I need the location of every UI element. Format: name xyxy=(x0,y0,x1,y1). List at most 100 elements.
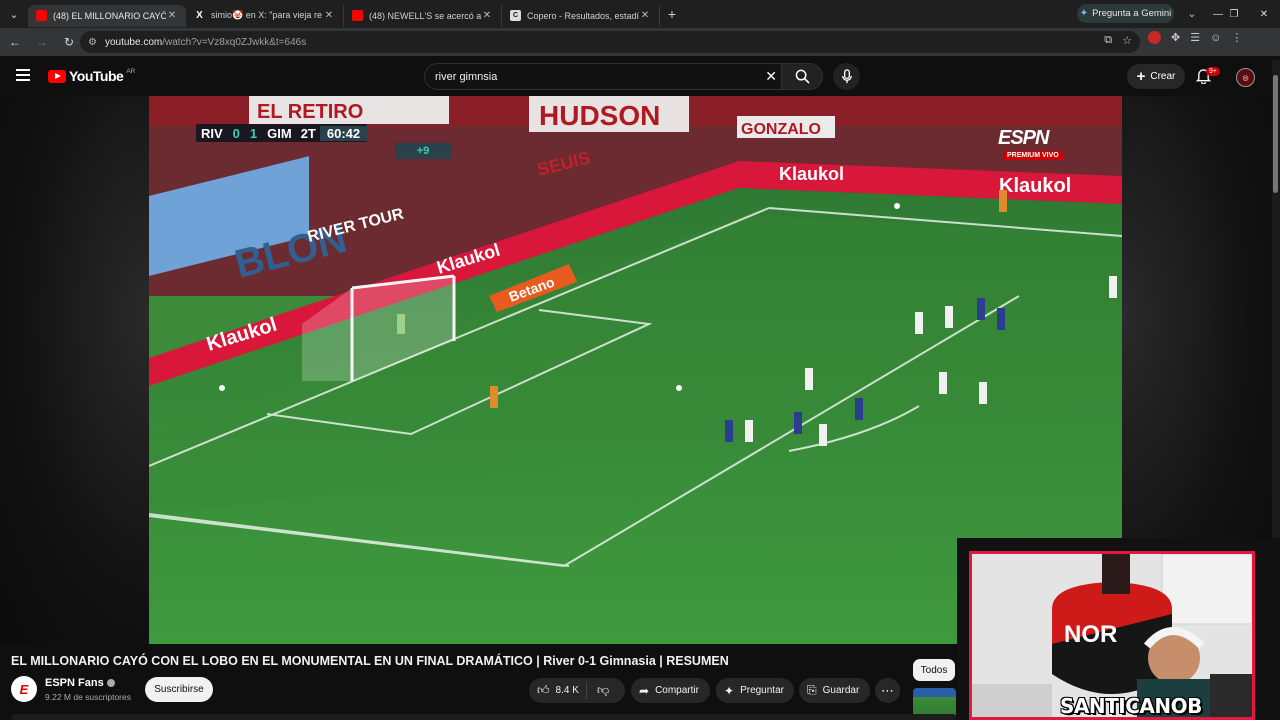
match-half: 2T xyxy=(300,125,316,141)
copero-icon: C xyxy=(510,10,521,21)
tab-label: (48) EL MILLONARIO CAYÓ CON xyxy=(53,10,166,21)
dislike-button[interactable]: 👎︎ xyxy=(587,683,609,698)
channel-avatar[interactable]: E xyxy=(11,676,37,702)
address-bar[interactable]: ⚙ youtube.com/watch?v=Vz8xq0ZJwkk&t=646s… xyxy=(80,31,1140,53)
bookmark-icon: ⎘ xyxy=(807,683,817,697)
search-icon xyxy=(795,69,810,84)
share-button[interactable]: ➦ Compartir xyxy=(631,678,710,703)
tab-close-icon[interactable]: ✕ xyxy=(481,10,493,21)
tab-close-icon[interactable]: ✕ xyxy=(639,10,651,21)
verified-icon xyxy=(106,679,115,688)
banner-text: HUDSON xyxy=(539,100,660,131)
browser-tab-1[interactable]: (48) EL MILLONARIO CAYÓ CON ✕ xyxy=(28,4,186,27)
extension-toolbar: ✥ ☰ ☺ ⋮ xyxy=(1148,31,1242,44)
profile-icon[interactable]: ☺ xyxy=(1210,32,1221,44)
forward-arrow-icon[interactable]: → xyxy=(30,30,54,54)
tab-search-icon[interactable]: ⌄ xyxy=(1182,0,1202,28)
like-count: 8.4 K xyxy=(555,685,579,696)
voice-search-button[interactable] xyxy=(833,63,860,90)
added-time: +9 xyxy=(395,143,451,159)
create-label: Crear xyxy=(1150,71,1176,82)
bookmark-star-icon[interactable]: ☆ xyxy=(1122,34,1132,47)
away-team: GIM xyxy=(267,125,292,141)
ask-label: Preguntar xyxy=(740,685,784,696)
close-window-icon[interactable]: ✕ xyxy=(1248,0,1280,28)
url-text: youtube.com/watch?v=Vz8xq0ZJwkk&t=646s xyxy=(105,37,306,48)
gemini-icon: ✦ xyxy=(1079,8,1089,19)
streamer-name: SANTICANOB xyxy=(1060,694,1202,718)
create-button[interactable]: + Crear xyxy=(1127,64,1185,89)
youtube-icon xyxy=(36,10,47,21)
back-arrow-icon[interactable]: ← xyxy=(3,30,27,54)
install-app-icon[interactable]: ⧉ xyxy=(1104,34,1112,47)
new-tab-button[interactable]: + xyxy=(660,6,684,22)
browser-tab-3[interactable]: (48) NEWELL'S se acercó a la Pi ✕ xyxy=(344,4,502,27)
thumbs-up-icon: 👍︎ xyxy=(537,683,550,697)
restore-icon[interactable]: ❐ xyxy=(1218,0,1250,28)
ask-gemini-button[interactable]: ✦ Pregunta a Gemini xyxy=(1077,4,1174,23)
search-value: river gimnsia xyxy=(435,70,498,83)
video-title: EL MILLONARIO CAYÓ CON EL LOBO EN EL MON… xyxy=(11,654,729,668)
tab-label: (48) NEWELL'S se acercó a la Pi xyxy=(369,10,481,21)
like-dislike-group: 👍︎ 8.4 K 👎︎ xyxy=(529,678,625,703)
club-crest-text: NOR xyxy=(1064,621,1117,648)
more-dots-icon: ⋯ xyxy=(881,682,894,698)
subscribe-button[interactable]: Suscribirse xyxy=(145,677,213,702)
match-clock: 60:42 xyxy=(319,125,368,141)
description-box-edge xyxy=(11,714,956,720)
streamer-webcam: NOR xyxy=(957,538,1280,720)
search-input[interactable]: river gimnsia ✕ xyxy=(424,63,787,90)
sparkle-icon: ✦ xyxy=(724,683,735,698)
broadcaster-sublabel: PREMIUM VIVO xyxy=(1003,151,1063,160)
url-path: /watch?v=Vz8xq0ZJwkk&t=646s xyxy=(162,36,307,48)
tab-close-icon[interactable]: ✕ xyxy=(166,10,178,21)
like-button[interactable]: 👍︎ 8.4 K xyxy=(529,682,587,699)
gemini-label: Pregunta a Gemini xyxy=(1092,8,1172,19)
tab-close-icon[interactable]: ✕ xyxy=(323,10,335,21)
save-label: Guardar xyxy=(822,685,860,696)
youtube-play-icon xyxy=(48,69,66,83)
channel-name[interactable]: ESPN Fans xyxy=(45,677,115,689)
match-scoreboard: RIV 0 1 GIM 2T 60:42 xyxy=(196,124,368,142)
reading-list-icon[interactable]: ☰ xyxy=(1190,31,1200,44)
filter-chip-all[interactable]: Todos xyxy=(913,659,955,681)
extension-icon[interactable] xyxy=(1148,31,1161,44)
search-button[interactable] xyxy=(781,63,823,90)
site-settings-icon[interactable]: ⚙ xyxy=(88,37,97,48)
tab-list-button[interactable]: ⌄ xyxy=(0,0,28,28)
youtube-masthead: YouTube AR river gimnsia ✕ + Crear 9+ ◎ xyxy=(0,56,1280,96)
home-team: RIV xyxy=(201,125,223,141)
thumbs-down-icon: 👎︎ xyxy=(597,683,610,697)
account-avatar[interactable]: ◎ xyxy=(1236,68,1255,87)
menu-icon[interactable] xyxy=(16,69,30,81)
tab-label: Copero - Resultados, estadístic xyxy=(527,10,639,21)
more-actions-button[interactable]: ⋯ xyxy=(875,678,900,703)
webcam-image: NOR xyxy=(972,554,1252,717)
channel-name-text: ESPN Fans xyxy=(45,677,104,689)
browser-tab-2[interactable]: X simio🤡 en X: "para vieja re ex ✕ xyxy=(186,4,344,27)
youtube-logo[interactable]: YouTube AR xyxy=(48,68,135,84)
puzzle-extensions-icon[interactable]: ✥ xyxy=(1171,31,1180,44)
youtube-icon xyxy=(352,10,363,21)
country-code: AR xyxy=(126,67,136,75)
banner-text: GONZALO xyxy=(741,121,821,138)
browser-menu-icon[interactable]: ⋮ xyxy=(1231,31,1242,44)
broadcaster-logo: ESPN xyxy=(998,127,1049,149)
microphone-icon xyxy=(841,69,852,84)
subscriber-count: 9.22 M de suscriptores xyxy=(45,692,131,702)
ad-board-text: Klaukol xyxy=(779,164,844,184)
clear-search-icon[interactable]: ✕ xyxy=(765,68,777,85)
banner-text: EL RETIRO xyxy=(257,101,363,123)
save-button[interactable]: ⎘ Guardar xyxy=(799,678,870,703)
ask-button[interactable]: ✦ Preguntar xyxy=(716,678,794,703)
ad-board-text: Klaukol xyxy=(999,175,1071,197)
tab-label: simio🤡 en X: "para vieja re ex xyxy=(211,10,323,20)
home-score: 0 xyxy=(232,125,240,141)
ambient-glow-left xyxy=(0,96,149,644)
espn-e-icon: E xyxy=(19,681,29,697)
reload-icon[interactable]: ↻ xyxy=(57,30,81,54)
address-bar-actions: ⧉ ☆ xyxy=(1104,34,1132,47)
share-arrow-icon: ➦ xyxy=(639,683,650,698)
scrollbar-thumb[interactable] xyxy=(1273,75,1278,193)
browser-tab-4[interactable]: C Copero - Resultados, estadístic ✕ xyxy=(502,4,660,27)
